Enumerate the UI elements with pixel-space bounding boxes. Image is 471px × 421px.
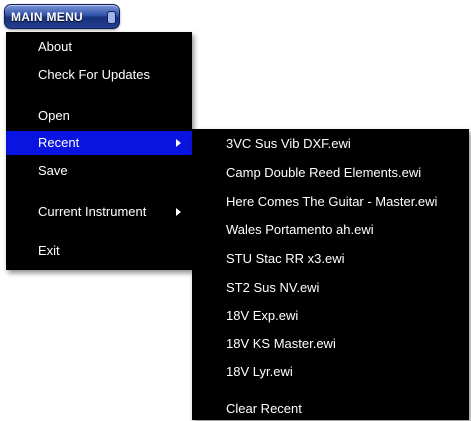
main-menu-label: MAIN MENU — [11, 10, 84, 24]
menu-item-check-updates[interactable]: Check For Updates — [6, 63, 192, 87]
recent-file-item[interactable]: 18V KS Master.ewi — [192, 332, 469, 356]
recent-file-label: Camp Double Reed Elements.ewi — [226, 165, 422, 180]
menu-item-save-label: Save — [38, 163, 68, 178]
recent-file-label: 3VC Sus Vib DXF.ewi — [226, 136, 351, 151]
menu-item-check-updates-label: Check For Updates — [38, 67, 150, 82]
menu-item-exit-label: Exit — [38, 243, 60, 258]
recent-file-item[interactable]: Here Comes The Guitar - Master.ewi — [192, 190, 469, 214]
clear-recent-label: Clear Recent — [226, 401, 302, 416]
menu-item-current-instrument-label: Current Instrument — [38, 204, 147, 219]
recent-file-label: 18V Exp.ewi — [226, 308, 299, 323]
recent-file-label: 18V Lyr.ewi — [226, 364, 293, 379]
main-menu-button[interactable]: MAIN MENU — [4, 4, 120, 29]
recent-file-item[interactable]: 3VC Sus Vib DXF.ewi — [192, 132, 469, 156]
recent-file-label: Wales Portamento ah.ewi — [226, 222, 374, 237]
recent-file-label: Here Comes The Guitar - Master.ewi — [226, 194, 438, 209]
recent-file-label: STU Stac RR x3.ewi — [226, 251, 345, 266]
recent-file-label: 18V KS Master.ewi — [226, 336, 336, 351]
clear-recent-item[interactable]: Clear Recent — [192, 397, 469, 421]
main-menu: About Check For Updates Open Recent Save… — [6, 32, 192, 270]
recent-file-label: ST2 Sus NV.ewi — [226, 280, 320, 295]
menu-item-open[interactable]: Open — [6, 104, 192, 128]
recent-file-item[interactable]: Camp Double Reed Elements.ewi — [192, 161, 469, 185]
recent-submenu: 3VC Sus Vib DXF.ewi Camp Double Reed Ele… — [192, 129, 469, 420]
menu-item-open-label: Open — [38, 108, 70, 123]
submenu-arrow-icon — [176, 208, 181, 216]
recent-file-item[interactable]: ST2 Sus NV.ewi — [192, 276, 469, 300]
menu-item-recent-label: Recent — [38, 135, 80, 150]
menu-item-save[interactable]: Save — [6, 159, 192, 183]
recent-file-item[interactable]: 18V Exp.ewi — [192, 304, 469, 328]
recent-file-item[interactable]: Wales Portamento ah.ewi — [192, 218, 469, 242]
recent-file-item[interactable]: 18V Lyr.ewi — [192, 360, 469, 384]
submenu-arrow-icon — [176, 139, 181, 147]
menu-item-about[interactable]: About — [6, 35, 192, 59]
menu-item-about-label: About — [38, 39, 72, 54]
menu-knob-icon — [107, 11, 116, 24]
menu-item-exit[interactable]: Exit — [6, 239, 192, 263]
menu-item-current-instrument[interactable]: Current Instrument — [6, 200, 192, 224]
menu-item-recent[interactable]: Recent — [6, 131, 192, 155]
recent-file-item[interactable]: STU Stac RR x3.ewi — [192, 247, 469, 271]
